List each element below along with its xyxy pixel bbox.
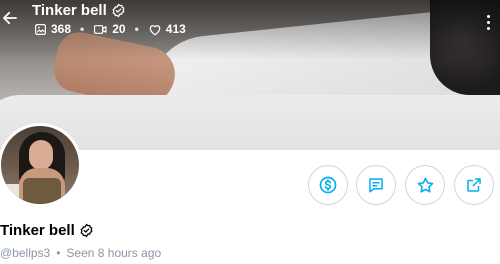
stat-videos: 20 (93, 22, 126, 36)
verified-icon (112, 3, 125, 18)
back-button[interactable] (0, 8, 20, 28)
image-icon (35, 23, 46, 35)
profile-meta: @bellps3 • Seen 8 hours ago (0, 246, 161, 260)
share-button[interactable] (454, 165, 494, 205)
stat-photos: 368 (34, 22, 71, 36)
last-seen: Seen 8 hours ago (66, 246, 162, 260)
verified-icon (80, 223, 93, 238)
profile-stats: 368 • 20 • 413 (34, 22, 186, 36)
separator-dot: • (134, 22, 139, 36)
more-options-button[interactable] (478, 2, 498, 42)
arrow-left-icon (3, 11, 17, 25)
display-name: Tinker bell (0, 222, 75, 239)
separator-dot: • (80, 22, 85, 36)
profile-header-bar: Tinker bell 368 • 20 • 413 (0, 0, 500, 44)
likes-count: 413 (165, 22, 186, 36)
username: @bellps3 (0, 246, 51, 260)
profile-actions (0, 165, 500, 207)
more-vertical-icon-dot (486, 20, 490, 24)
separator-dot: • (56, 246, 61, 260)
header-title: Tinker bell (32, 2, 126, 19)
share-icon (467, 178, 481, 192)
send-tip-button[interactable] (308, 165, 348, 205)
heart-icon (149, 24, 161, 35)
message-button[interactable] (356, 165, 396, 205)
message-icon (369, 178, 383, 193)
dollar-icon (319, 176, 337, 194)
stat-likes: 413 (148, 22, 186, 36)
profile-name: Tinker bell (0, 222, 94, 239)
header-display-name: Tinker bell (32, 2, 107, 19)
video-icon (94, 24, 107, 34)
favorite-button[interactable] (405, 165, 445, 205)
more-vertical-icon-dot (486, 26, 490, 30)
videos-count: 20 (112, 22, 126, 36)
photos-count: 368 (51, 22, 72, 36)
more-vertical-icon-dot (486, 14, 490, 18)
star-icon (417, 177, 433, 193)
